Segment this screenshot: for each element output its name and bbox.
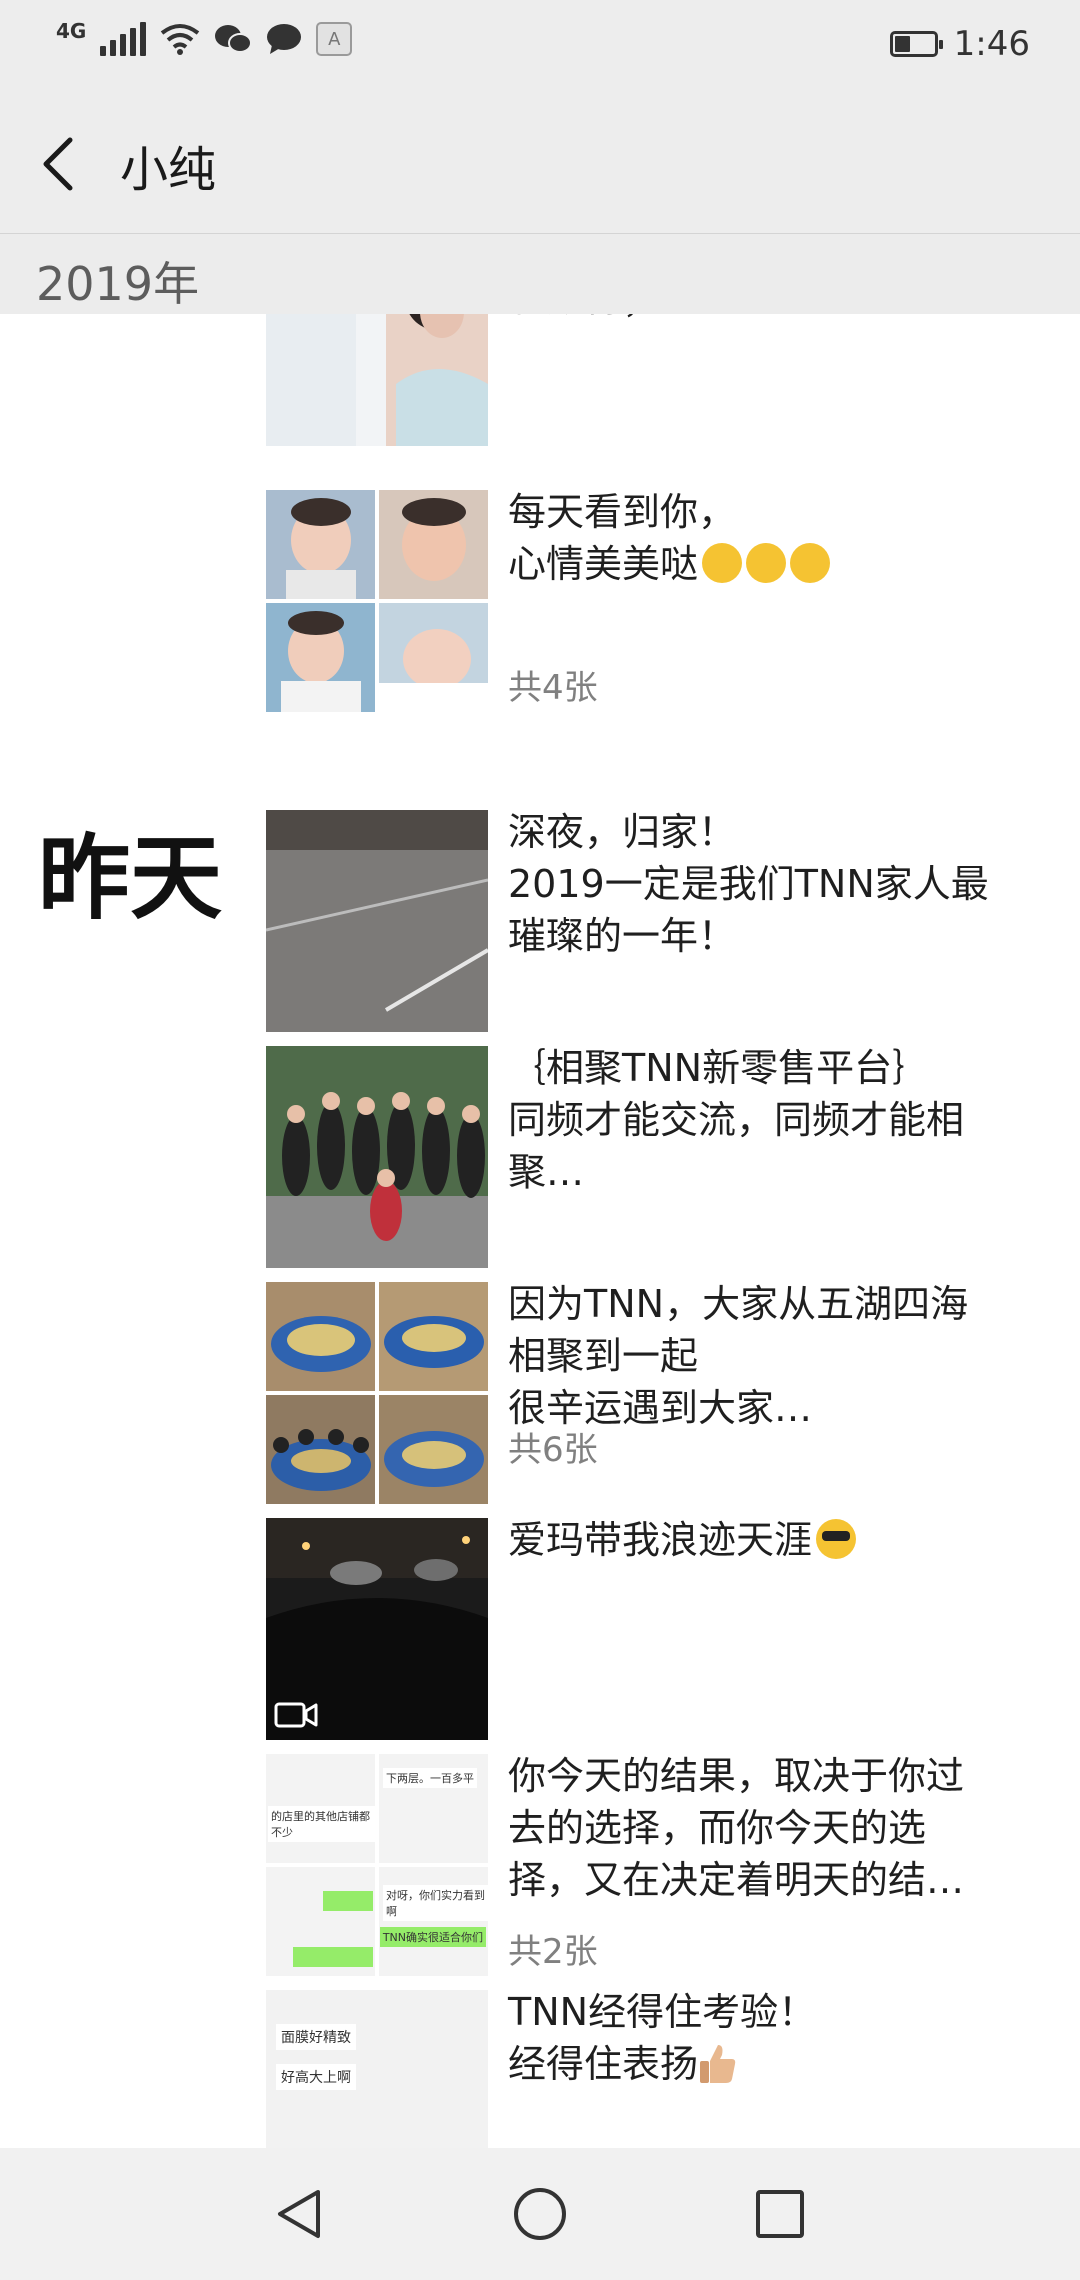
thumb-text: 面膜好精致 [276, 2024, 356, 2050]
post-thumbnail [266, 1046, 488, 1268]
status-bar: 4G A 1:46 [0, 0, 1080, 92]
moments-feed[interactable]: 总有一款面膜，配得上你所 有期待；… 每天看到你， 心情美美哒 共4张 昨天 [0, 314, 1080, 2148]
nav-home-button[interactable] [510, 2184, 570, 2244]
circle-home-icon [514, 2188, 566, 2240]
year-header: 2019年 [0, 234, 1080, 314]
status-right: 1:46 [889, 24, 1030, 64]
kiss-emoji-icon [702, 543, 743, 583]
year-label: 2019年 [36, 257, 200, 311]
post-thumbnail-grid: 的店里的其他店铺都不少 下两层。一百多平 对呀，你们实力看到啊 TNN确实很适合… [266, 1754, 488, 1976]
post-text: 总有一款面膜，配得上你所 有期待；… [508, 314, 1048, 324]
nav-recents-button[interactable] [750, 2184, 810, 2244]
thumbs-up-emoji-icon [700, 2045, 736, 2083]
video-camera-icon [274, 1702, 318, 1728]
battery-icon [889, 31, 943, 57]
wifi-icon [160, 23, 200, 55]
system-nav-bar [0, 2148, 1080, 2280]
post-text: ｛相聚TNN新零售平台｝ 同频才能交流，同频才能相 聚… [508, 1046, 965, 1194]
thumb-text: 的店里的其他店铺都不少 [268, 1806, 375, 1842]
status-left-icons: 4G A [56, 19, 353, 56]
input-method-badge: A [316, 22, 353, 56]
day-label: 昨天 [38, 825, 223, 932]
clock: 1:46 [953, 24, 1030, 64]
thumb-text: TNN确实很适合你们 [379, 1927, 486, 1947]
kiss-emoji-icon [790, 543, 831, 583]
post-text: 因为TNN，大家从五湖四海 相聚到一起 很辛运遇到大家… [508, 1282, 969, 1430]
battery-level [894, 36, 910, 52]
post-text: TNN经得住考验！ 经得住表扬 [508, 1990, 817, 2086]
page-title: 小纯 [120, 142, 217, 198]
photo-count: 共6张 [508, 1430, 598, 1470]
post-thumbnail [266, 314, 488, 446]
post-video-thumbnail [266, 1518, 488, 1740]
title-bar: 小纯 [0, 92, 1080, 234]
post-thumbnail [266, 810, 488, 1032]
thumb-text: 下两层。一百多平 [383, 1768, 477, 1788]
thumb-text: 好高大上啊 [276, 2064, 356, 2090]
sunglasses-emoji-icon [816, 1519, 857, 1559]
post-thumbnail-grid [266, 490, 488, 712]
post-text: 深夜，归家！ 2019一定是我们TNN家人最 璀璨的一年！ [508, 810, 989, 958]
photo-count: 共2张 [508, 1932, 598, 1972]
network-type: 4G [56, 19, 87, 43]
square-recents-icon [756, 2190, 804, 2238]
post-text: 每天看到你， 心情美美哒 [508, 486, 1048, 590]
chevron-left-icon [43, 137, 73, 191]
thumb-text: 对呀，你们实力看到啊 [383, 1885, 488, 1921]
post-text: 爱玛带我浪迹天涯 [508, 1514, 1048, 1566]
back-button[interactable] [30, 128, 100, 198]
post-thumbnail: 面膜好精致 好高大上啊 [266, 1990, 488, 2148]
post-text: 你今天的结果，取决于你过 去的选择，而你今天的选 择，又在决定着明天的结… [508, 1754, 965, 1902]
triangle-back-icon [278, 2190, 320, 2238]
kiss-emoji-icon [746, 543, 787, 583]
photo-count: 共4张 [508, 668, 598, 708]
post-thumbnail-grid [266, 1282, 488, 1504]
wechat-icon [214, 23, 253, 55]
signal-icon [100, 22, 147, 56]
message-icon [266, 23, 302, 55]
nav-back-button[interactable] [270, 2184, 330, 2244]
